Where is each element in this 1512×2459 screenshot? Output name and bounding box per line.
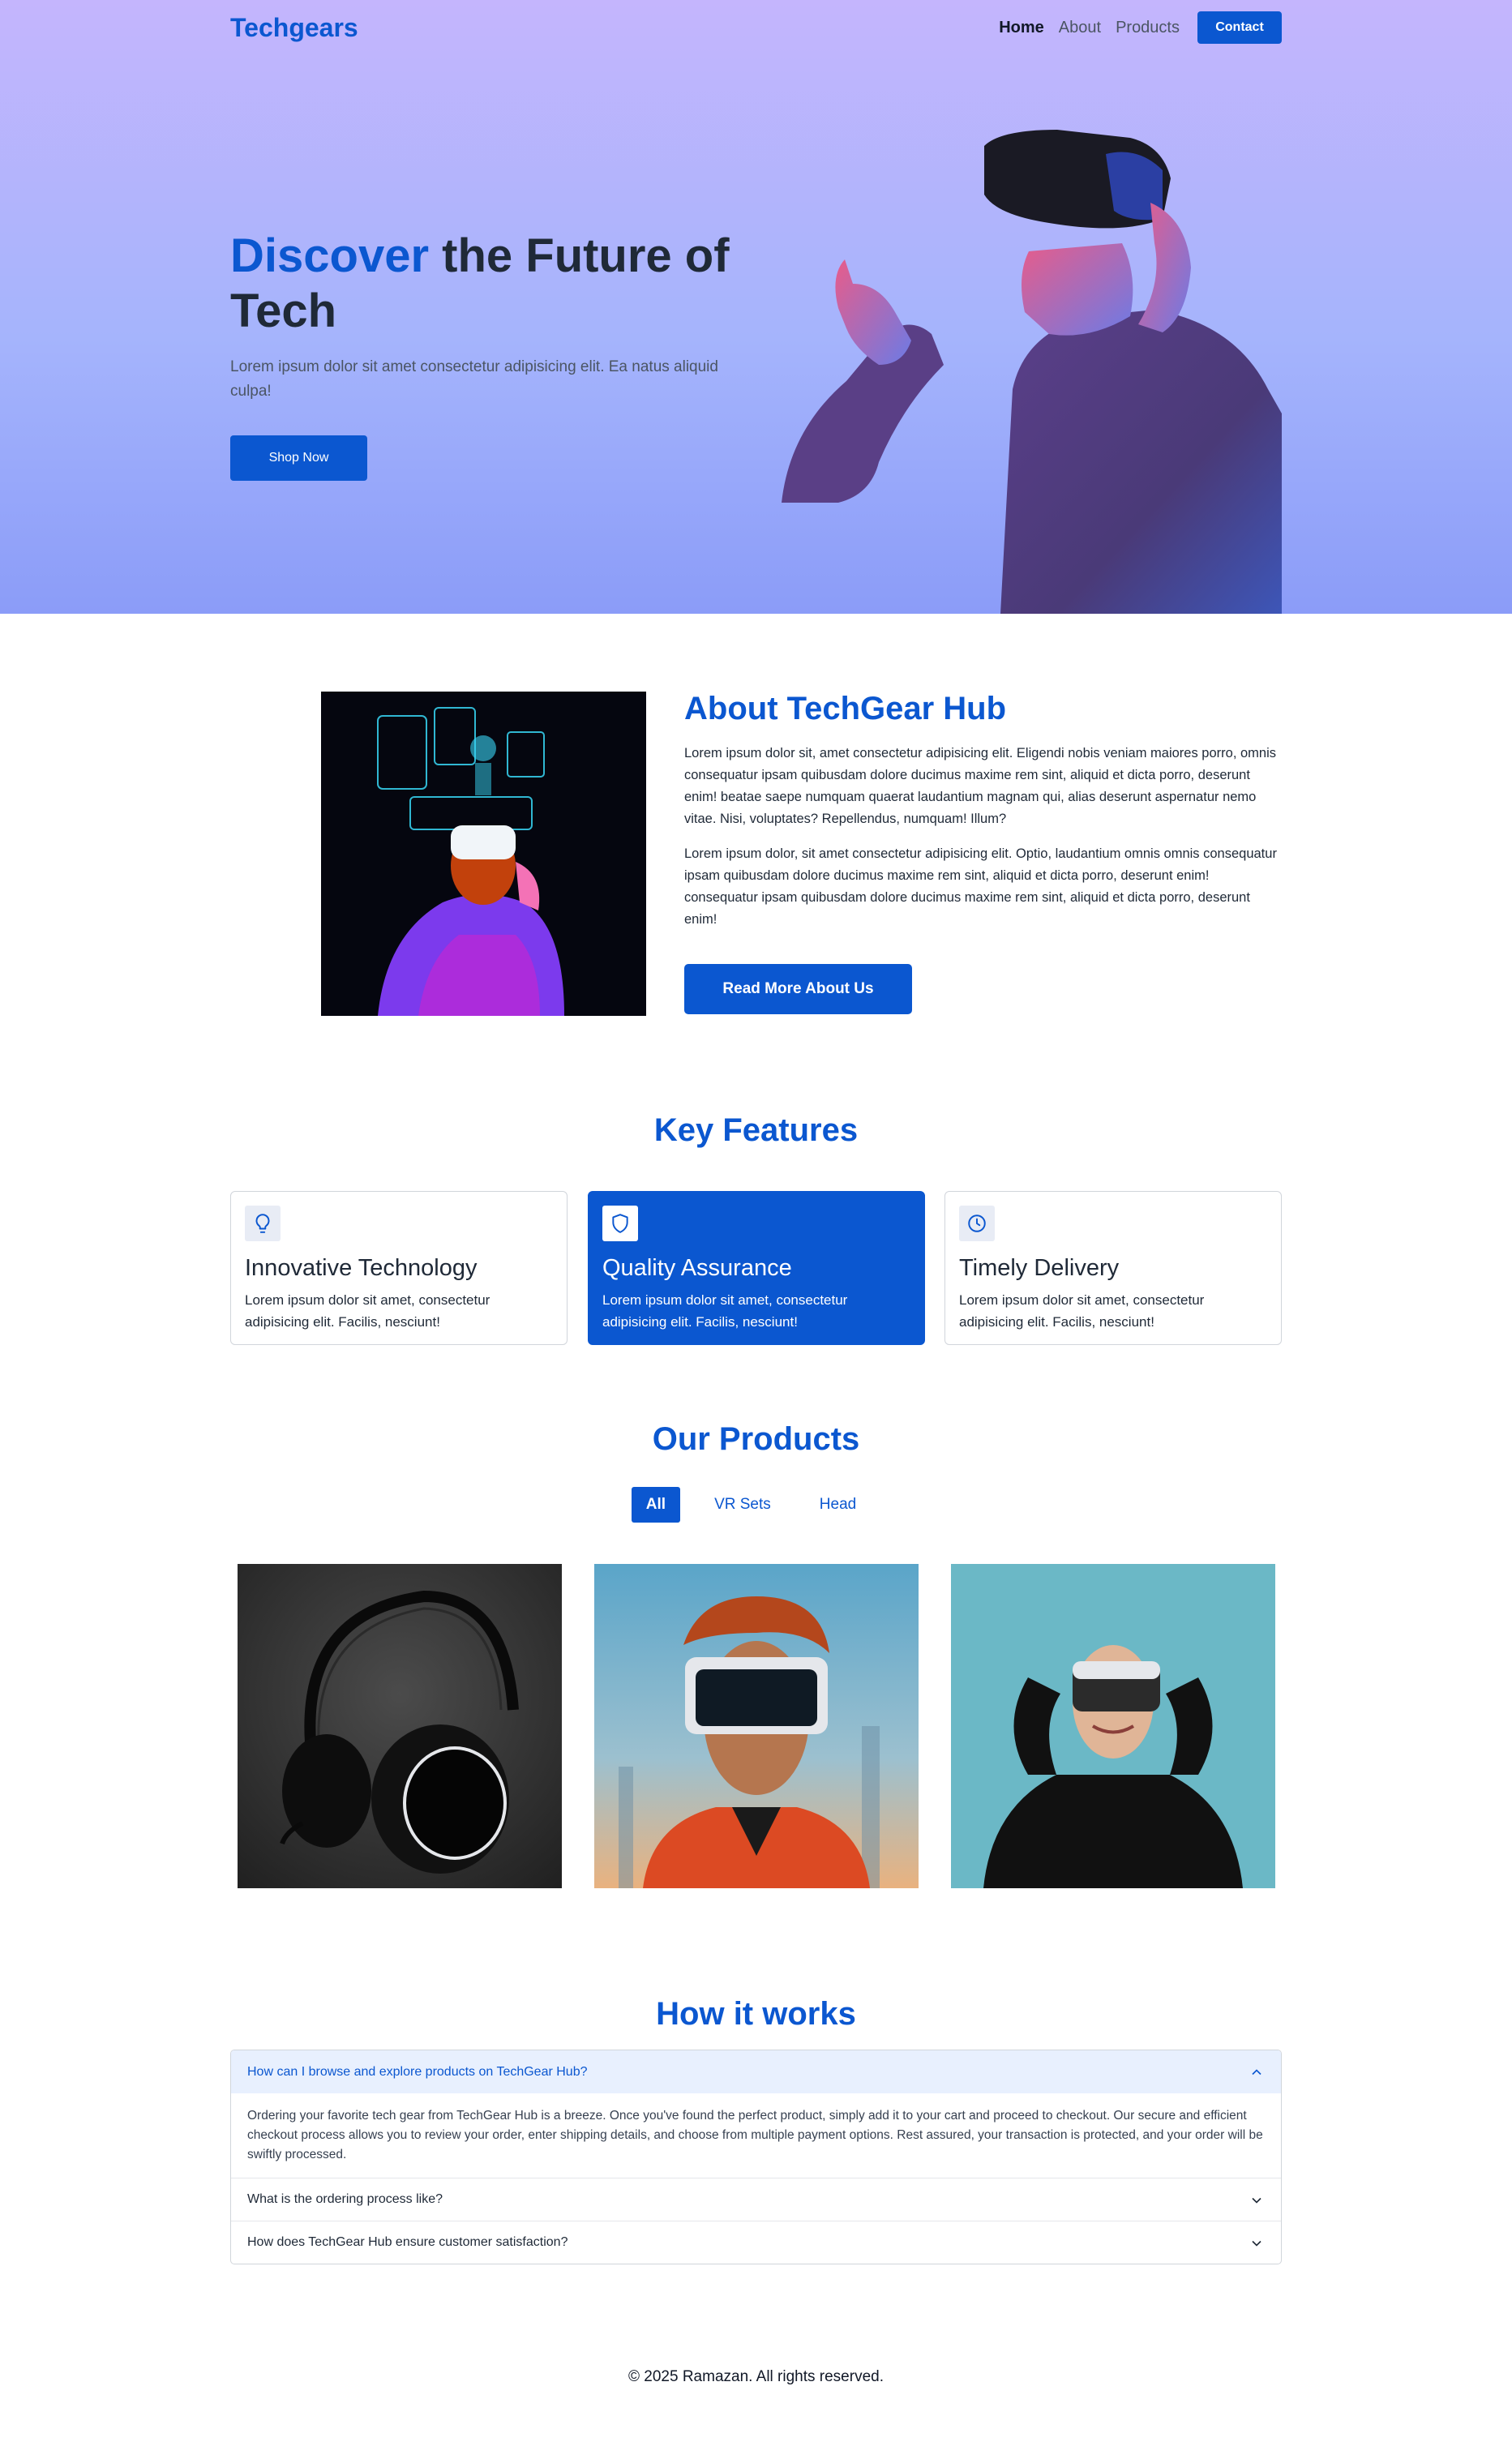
feature-card-innovative[interactable]: Innovative Technology Lorem ipsum dolor …: [230, 1191, 568, 1345]
logo[interactable]: Techgears: [230, 13, 358, 43]
shop-now-button[interactable]: Shop Now: [230, 435, 367, 481]
product-image-vr-man[interactable]: [594, 1564, 919, 1888]
features-title: Key Features: [653, 1112, 859, 1148]
faq-question-text: How does TechGear Hub ensure customer sa…: [247, 2235, 568, 2249]
top-nav: Techgears Home About Products Contact: [230, 0, 1282, 58]
feature-title: Quality Assurance: [602, 1255, 792, 1281]
feature-description: Lorem ipsum dolor sit amet, consectetur …: [959, 1292, 1205, 1330]
hero-description: Lorem ipsum dolor sit amet consectetur a…: [230, 358, 718, 400]
hero-title-accent: Discover: [230, 229, 430, 282]
tab-head[interactable]: Head: [795, 1487, 880, 1523]
feature-title: Innovative Technology: [245, 1255, 478, 1281]
chevron-down-icon: [1252, 2240, 1261, 2247]
faq-title: How it works: [656, 1996, 856, 2032]
clock-icon: [959, 1206, 995, 1241]
feature-card-delivery[interactable]: Timely Delivery Lorem ipsum dolor sit am…: [944, 1191, 1282, 1345]
tab-vr-sets[interactable]: VR Sets: [690, 1487, 795, 1523]
feature-card-quality[interactable]: Quality Assurance Lorem ipsum dolor sit …: [588, 1191, 925, 1345]
hero-vr-man-image: [782, 130, 1282, 614]
products-title: Our Products: [652, 1421, 860, 1457]
nav-links: Home About Products Contact: [984, 11, 1282, 44]
faq-question-text: How can I browse and explore products on…: [247, 2064, 588, 2079]
chevron-up-icon: [1252, 2069, 1261, 2076]
hero-section: Techgears Home About Products Contact Di…: [0, 0, 1512, 614]
nav-link-about[interactable]: About: [1059, 19, 1101, 37]
faq-answer-1: Ordering your favorite tech gear from Te…: [247, 2109, 1263, 2161]
about-title: About TechGear Hub: [684, 691, 1007, 726]
footer-copyright: © 2025 Ramazan. All rights reserved.: [628, 2368, 884, 2385]
product-filter-tabs: All VR Sets Head: [0, 1487, 1512, 1523]
feature-description: Lorem ipsum dolor sit amet, consectetur …: [602, 1292, 848, 1330]
nav-link-home[interactable]: Home: [999, 19, 1044, 37]
hero-title: Discover the Future of Tech: [230, 229, 749, 339]
faq-question-3[interactable]: How does TechGear Hub ensure customer sa…: [231, 2221, 1281, 2264]
faq-question-text: What is the ordering process like?: [247, 2192, 443, 2206]
feature-title: Timely Delivery: [959, 1255, 1120, 1281]
faq-question-1[interactable]: How can I browse and explore products on…: [231, 2050, 1281, 2093]
about-paragraph-2: Lorem ipsum dolor, sit amet consectetur …: [684, 846, 1277, 927]
tab-all[interactable]: All: [631, 1487, 681, 1523]
faq-accordion: How can I browse and explore products on…: [230, 2050, 1282, 2264]
faq-question-2[interactable]: What is the ordering process like?: [231, 2178, 1281, 2221]
chevron-down-icon: [1252, 2197, 1261, 2204]
feature-description: Lorem ipsum dolor sit amet, consectetur …: [245, 1292, 490, 1330]
lightbulb-icon: [245, 1206, 281, 1241]
shield-icon: [602, 1206, 638, 1241]
product-image-vr-woman[interactable]: [951, 1564, 1275, 1888]
about-image: [321, 692, 646, 1016]
about-paragraph-1: Lorem ipsum dolor sit, amet consectetur …: [684, 746, 1276, 826]
product-image-headphones[interactable]: [238, 1564, 562, 1888]
read-more-button[interactable]: Read More About Us: [684, 964, 912, 1014]
contact-button[interactable]: Contact: [1197, 11, 1282, 44]
nav-link-products[interactable]: Products: [1116, 19, 1180, 37]
